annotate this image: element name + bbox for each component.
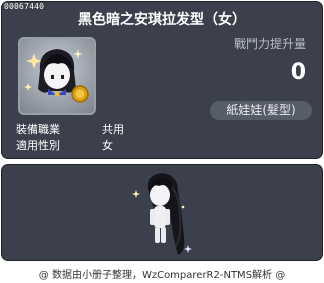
item-icon-frame bbox=[18, 37, 96, 115]
doll-hairstyle-icon bbox=[24, 49, 89, 103]
item-tooltip-card: 00067440 黑色暗之安琪拉发型（女） 戰鬥力提升量 0 紙娃娃(髮型) 裝… bbox=[1, 1, 323, 159]
combat-power-label: 戰鬥力提升量 bbox=[233, 37, 306, 51]
combat-power-value: 0 bbox=[290, 60, 306, 85]
gender-value: 女 bbox=[102, 139, 113, 152]
job-label: 裝備職業 bbox=[16, 123, 60, 136]
category-badge: 紙娃娃(髮型) bbox=[210, 101, 312, 120]
character-preview-panel bbox=[1, 164, 323, 261]
character-preview-icon bbox=[132, 173, 192, 255]
job-value: 共用 bbox=[102, 123, 124, 136]
item-title: 黑色暗之安琪拉发型（女） bbox=[78, 12, 246, 28]
footer-credit: @ 数据由小册子整理，WzComparerR2-NTMS解析 @ bbox=[38, 270, 286, 281]
gender-label: 適用性別 bbox=[16, 139, 60, 152]
